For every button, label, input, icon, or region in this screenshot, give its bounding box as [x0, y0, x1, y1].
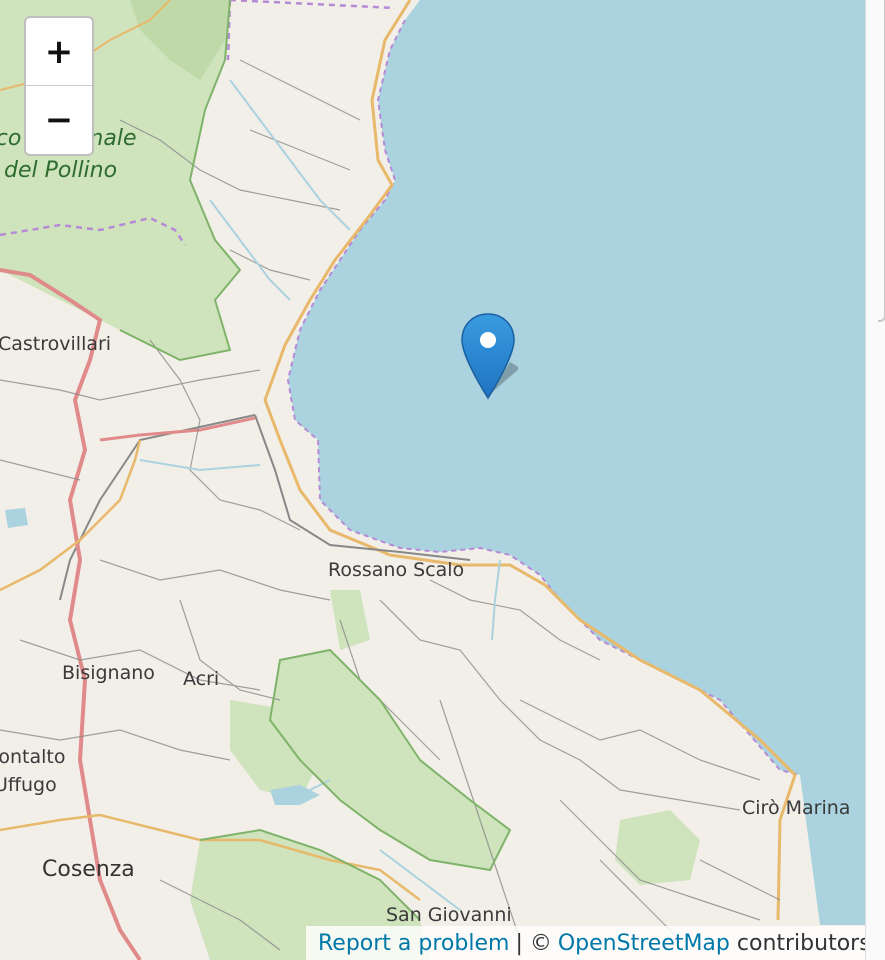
location-pin-icon[interactable]	[460, 312, 520, 404]
map-view[interactable]: Parco Nazionale del Pollino Castrovillar…	[0, 0, 865, 960]
zoom-out-button[interactable]: −	[26, 86, 92, 153]
label-castrovillari: Castrovillari	[0, 333, 112, 355]
park-label-line2: del Pollino	[4, 158, 118, 183]
label-bisignano: Bisignano	[62, 662, 155, 684]
label-montalto-line2: Uffugo	[0, 774, 57, 796]
label-acri: Acri	[183, 668, 220, 690]
zoom-control: + −	[24, 16, 94, 156]
label-san-giovanni: San Giovanni	[386, 904, 512, 926]
label-montalto-line1: Montalto	[0, 746, 66, 768]
attribution-separator: | ©	[515, 930, 552, 956]
scroll-edge	[878, 0, 885, 322]
attribution-contributors: contributors	[736, 930, 865, 956]
label-ciro-marina: Cirò Marina	[742, 797, 851, 819]
map-attribution: Report a problem | © OpenStreetMap contr…	[306, 926, 865, 960]
report-problem-link[interactable]: Report a problem	[318, 931, 509, 956]
openstreetmap-link[interactable]: OpenStreetMap	[558, 931, 730, 956]
zoom-in-button[interactable]: +	[26, 18, 92, 86]
page-edge	[865, 0, 885, 960]
label-rossano-scalo: Rossano Scalo	[328, 559, 465, 581]
label-cosenza: Cosenza	[42, 857, 135, 882]
